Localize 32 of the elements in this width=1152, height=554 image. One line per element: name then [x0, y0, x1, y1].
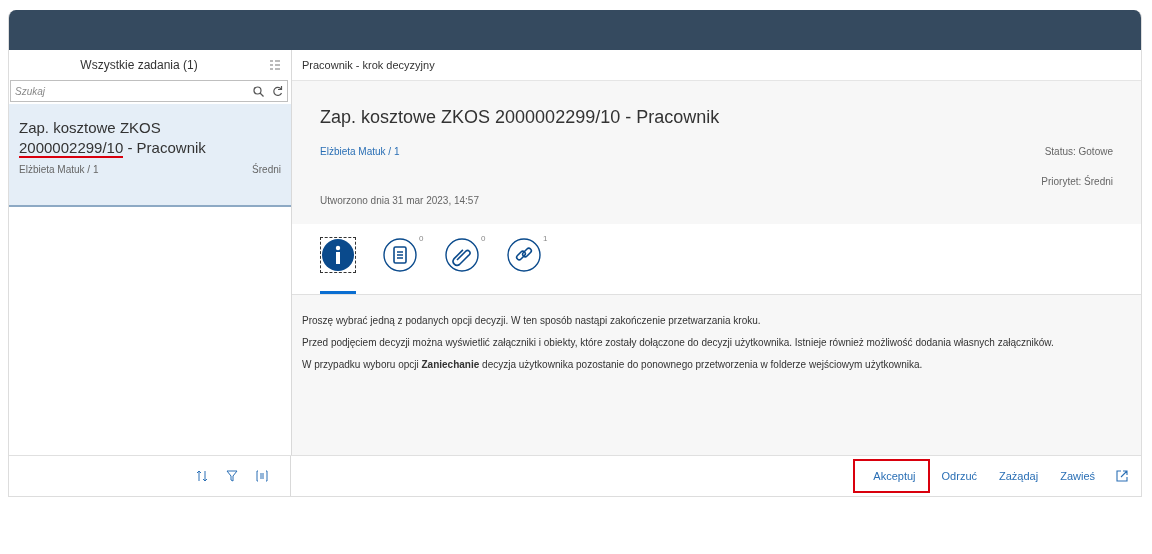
search-field[interactable]: Szukaj [10, 80, 288, 102]
search-icon[interactable] [253, 85, 264, 97]
task-title: Zap. kosztowe ZKOS 2000002299/10 - Pracownik [320, 107, 721, 128]
description-paragraph: Proszę wybrać jedną z podanych opcji decyzji. W ten sposób nastąpi zakończenie przetwarzania kroku. [302, 315, 762, 327]
action-button[interactable]: Odrzuć [931, 459, 987, 493]
action-button[interactable]: Zawieś [1050, 459, 1105, 493]
paperclip-icon [445, 238, 479, 272]
status-text: Status: Gotowe [1044, 146, 1113, 157]
sort-icon[interactable] [196, 470, 208, 482]
share-icon[interactable] [1115, 469, 1129, 483]
link-icon [507, 238, 541, 272]
action-button[interactable]: Zażądaj [989, 459, 1049, 493]
creator-link[interactable]: Elżbieta Matuk / 1 [320, 146, 400, 157]
description-paragraph: W przypadku wyboru opcji Zaniechanie decyzja użytkownika pozostanie do ponownego przetworzenia w folderze wejściowym użytkownika. [302, 359, 924, 371]
search-input[interactable]: Szukaj [15, 85, 245, 97]
created-date: Utworzono dnia 31 mar 2023, 14:57 [320, 195, 479, 206]
count-label: 1 [543, 234, 548, 243]
count-label: 0 [419, 234, 424, 243]
icon-tab[interactable] [320, 238, 356, 294]
page-title: Pracownik - krok decyzyjny [302, 59, 435, 71]
refresh-icon[interactable] [272, 85, 283, 97]
notepad-icon [383, 238, 417, 272]
count-label: 0 [481, 234, 486, 243]
info-icon [321, 238, 355, 272]
filter-icon[interactable] [226, 470, 238, 482]
list-view-icon[interactable] [256, 470, 268, 482]
task-title: Zap. kosztowe ZKOS 2000002299/10 - Pracownik [19, 118, 207, 158]
priority-text: Priorytet: Średni [1041, 176, 1113, 187]
list-title: Wszystkie zadania (1) [79, 58, 199, 72]
action-button[interactable]: Akceptuj [853, 459, 930, 493]
task-list-item[interactable]: Zap. kosztowe ZKOS 2000002299/10 - Pracownik Elżbieta Matuk / 1 Średni [9, 104, 291, 207]
description-paragraph: Przed podjęciem decyzji można wyświetlić załączniki i obiekty, które zostały dołączone do decyzji użytkownika. Istnieje również możliwość dodania własnych załączników. [302, 337, 1055, 349]
